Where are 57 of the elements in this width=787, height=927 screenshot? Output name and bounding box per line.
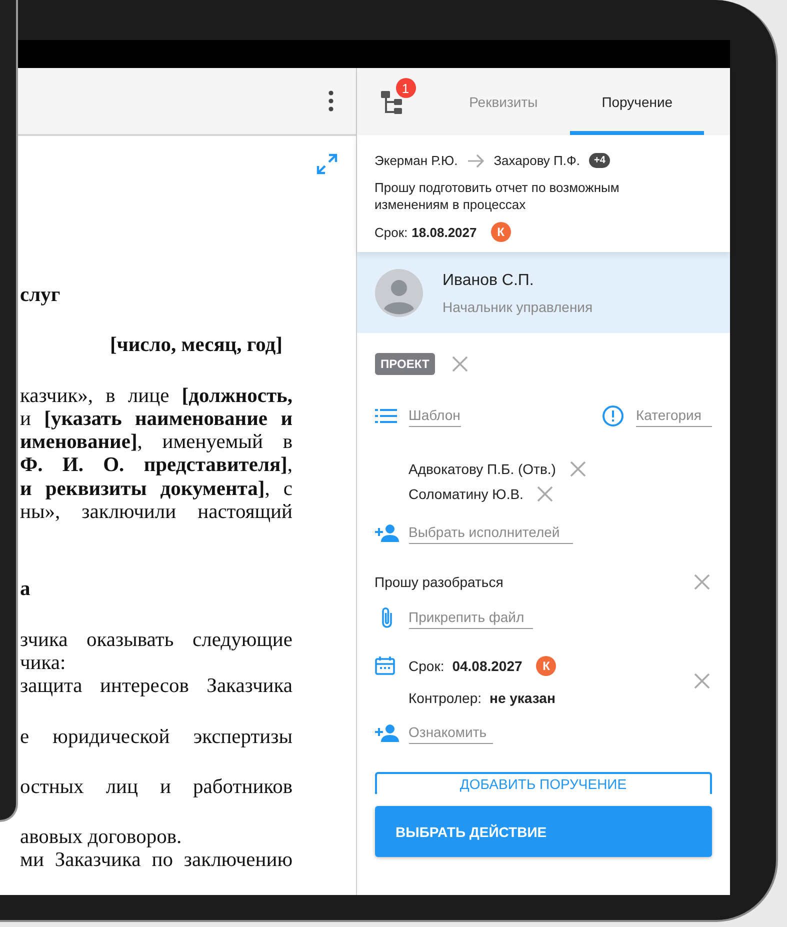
info-icon (602, 405, 624, 427)
person-position: Начальник управления (442, 299, 593, 315)
arrow-right-icon (466, 154, 485, 168)
document-heading: а (20, 578, 32, 602)
add-person-icon (374, 724, 399, 742)
executor-name: Соломатину Ю.В. (408, 486, 524, 502)
more-menu-icon[interactable] (328, 90, 334, 112)
executors-field[interactable]: Выбрать исполнителей (408, 522, 573, 544)
recipient-name: Захарову П.Ф. (494, 153, 580, 168)
controller-label: Контролер: (408, 690, 482, 706)
document-text: казчик», в лице [должность, (20, 384, 293, 408)
calendar-icon[interactable] (374, 656, 395, 676)
avatar-icon (374, 269, 423, 317)
due-date: 04.08.2027 (452, 658, 522, 674)
document-text: и реквизиты документа], с (20, 478, 293, 502)
due-date: 18.08.2027 (412, 224, 477, 240)
expand-icon[interactable] (316, 153, 338, 175)
document-text: именование], именуемый в (20, 431, 293, 454)
document-text: и [указать наименование и (20, 408, 293, 432)
sender-name: Экерман Р.Ю. (374, 153, 458, 168)
document-text: е юридической экспертизы (20, 726, 293, 749)
attach-file-field[interactable]: Прикрепить файл (408, 607, 533, 629)
document-heading: слуг (20, 284, 62, 308)
executor-name: Адвокатову П.Б. (Отв.) (408, 460, 556, 476)
comment-field[interactable]: Прошу разобраться (374, 574, 655, 590)
document-text: Ф. И. О. представителя], (20, 454, 293, 478)
close-icon[interactable] (570, 460, 586, 476)
document-text: чика: (20, 652, 67, 676)
close-icon[interactable] (694, 574, 710, 590)
status-chip: ПРОЕКТ (374, 353, 436, 375)
due-label: Срок: (374, 224, 408, 240)
document-text: зчика оказывать следующие (20, 628, 293, 652)
document-text: остных лиц и работников (20, 776, 293, 800)
paperclip-icon (380, 606, 394, 630)
due-label: Срок: (408, 658, 444, 674)
document-text: ны», заключили настоящий (20, 501, 293, 524)
document-text: защита интересов Заказчика (20, 675, 293, 699)
notification-badge: 1 (396, 78, 416, 98)
close-icon[interactable] (694, 673, 710, 689)
template-field[interactable]: Шаблон (408, 405, 461, 427)
acquaint-field[interactable]: Ознакомить (408, 722, 493, 744)
control-badge: К (536, 656, 556, 676)
order-text: Прошу подготовить отчет по возможным изменениям в процессах (374, 179, 620, 213)
more-recipients-chip[interactable]: +4 (589, 153, 610, 168)
person-name: Иванов С.П. (442, 272, 535, 290)
control-badge: К (490, 222, 511, 242)
document-text: ми Заказчика по заключению (20, 849, 293, 873)
document-text: авовых договоров. (20, 826, 183, 850)
close-icon[interactable] (452, 356, 468, 372)
hierarchy-icon[interactable] (380, 88, 403, 114)
close-icon[interactable] (537, 486, 554, 502)
category-field[interactable]: Категория (636, 405, 712, 427)
list-icon (374, 408, 397, 424)
document-text: [число, месяц, год] (108, 334, 284, 358)
person-card[interactable]: Иванов С.П. Начальник управления (356, 252, 730, 333)
add-person-icon (374, 524, 399, 542)
controller-value: не указан (490, 690, 556, 706)
